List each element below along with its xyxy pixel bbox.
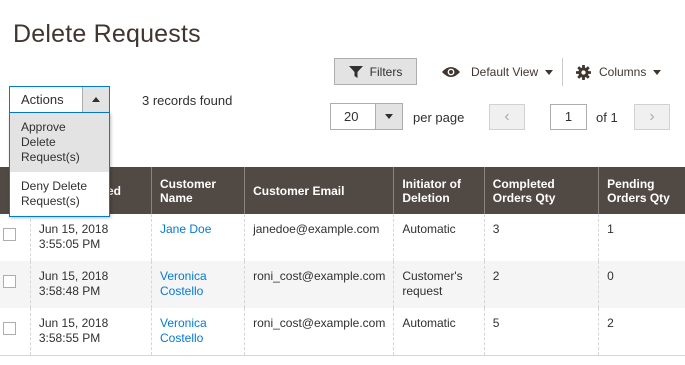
gear-icon	[576, 64, 591, 80]
row-checkbox[interactable]	[3, 275, 16, 288]
action-approve[interactable]: Approve Delete Request(s)	[10, 113, 109, 172]
table-row: Jun 15, 2018 3:55:05 PM Jane Doe janedoe…	[0, 214, 685, 261]
cell-initiator: Automatic	[393, 214, 485, 261]
page-number-input[interactable]: 1	[550, 104, 587, 130]
cell-completed: 2	[483, 261, 599, 308]
cell-completed: 3	[483, 214, 599, 261]
customer-name-link[interactable]: Veronica Costello	[160, 316, 207, 345]
table-row: Jun 15, 2018 3:58:48 PM Veronica Costell…	[0, 261, 685, 308]
cell-pending: 2	[598, 308, 685, 356]
column-header-customer-name[interactable]: Customer Name	[150, 167, 245, 214]
cell-initiator: Automatic	[393, 308, 485, 356]
next-page-button[interactable]: ›	[634, 104, 670, 130]
table-row: Jun 15, 2018 3:58:55 PM Veronica Costell…	[0, 308, 685, 356]
per-page-value: 20	[344, 109, 359, 124]
actions-dropdown-label: Actions	[21, 92, 64, 107]
row-checkbox[interactable]	[3, 322, 16, 335]
funnel-icon	[348, 65, 363, 78]
action-deny[interactable]: Deny Delete Request(s)	[10, 172, 109, 216]
previous-page-button[interactable]: ‹	[489, 104, 525, 130]
customer-name-link[interactable]: Jane Doe	[160, 222, 211, 236]
records-count: 3 records found	[142, 93, 233, 108]
chevron-down-icon	[385, 114, 393, 119]
actions-toggle[interactable]	[82, 87, 109, 112]
customer-name-link[interactable]: Veronica Costello	[160, 269, 207, 298]
column-header-customer-email[interactable]: Customer Email	[244, 167, 394, 214]
toolbar-divider	[562, 58, 563, 86]
default-view-dropdown[interactable]: Default View	[441, 62, 554, 82]
column-header-completed-orders[interactable]: Completed Orders Qty	[483, 167, 599, 214]
cell-date: Jun 15, 2018 3:55:05 PM	[29, 214, 152, 261]
columns-dropdown[interactable]: Columns	[576, 62, 662, 82]
column-header-initiator[interactable]: Initiator of Deletion	[393, 167, 485, 214]
actions-menu: Approve Delete Request(s) Deny Delete Re…	[9, 113, 110, 217]
actions-dropdown[interactable]: Actions	[9, 86, 110, 113]
cell-email: roni_cost@example.com	[244, 261, 394, 308]
column-header-pending-orders[interactable]: Pending Orders Qty	[598, 167, 685, 214]
eye-icon	[442, 67, 460, 77]
cell-email: janedoe@example.com	[244, 214, 394, 261]
row-checkbox[interactable]	[3, 228, 16, 241]
page-title: Delete Requests	[13, 20, 201, 48]
cell-pending: 1	[598, 214, 685, 261]
default-view-label: Default View	[471, 65, 539, 79]
per-page-toggle[interactable]	[375, 104, 402, 129]
chevron-down-icon	[653, 69, 662, 75]
per-page-label: per page	[413, 110, 465, 125]
cell-completed: 5	[483, 308, 599, 356]
per-page-select[interactable]: 20	[330, 103, 403, 130]
filters-button-label: Filters	[369, 64, 403, 79]
chevron-down-icon	[545, 69, 554, 75]
cell-date: Jun 15, 2018 3:58:48 PM	[29, 261, 152, 308]
cell-initiator: Customer's request	[393, 261, 485, 308]
page-total: of 1	[596, 110, 618, 125]
cell-date: Jun 15, 2018 3:58:55 PM	[29, 308, 152, 356]
chevron-up-icon	[92, 97, 100, 102]
filters-button[interactable]: Filters	[334, 58, 417, 85]
columns-label: Columns	[599, 65, 647, 79]
cell-email: roni_cost@example.com	[244, 308, 394, 356]
cell-pending: 0	[598, 261, 685, 308]
